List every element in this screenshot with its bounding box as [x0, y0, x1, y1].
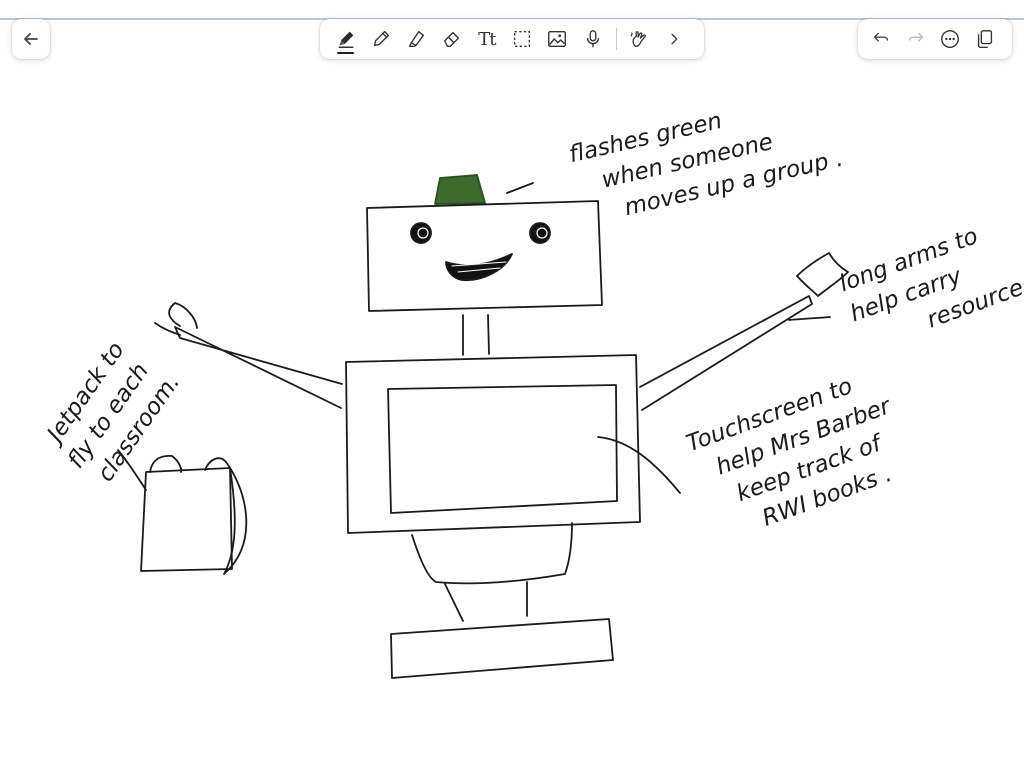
- right-eye: [529, 222, 551, 244]
- robot-neck: [462, 314, 490, 356]
- smile-mouth: [445, 253, 513, 282]
- robot-head: [366, 200, 603, 312]
- touchscreen: [387, 384, 618, 514]
- left-eye: [410, 222, 432, 244]
- robot-legs: [444, 581, 528, 622]
- green-light: [434, 174, 486, 205]
- light-leader-line: [506, 182, 534, 194]
- robot-base: [390, 618, 614, 679]
- arms-leader-line: [788, 316, 831, 321]
- jetpack: [140, 467, 233, 572]
- left-arm: [174, 326, 343, 409]
- robot-hips: [411, 522, 573, 585]
